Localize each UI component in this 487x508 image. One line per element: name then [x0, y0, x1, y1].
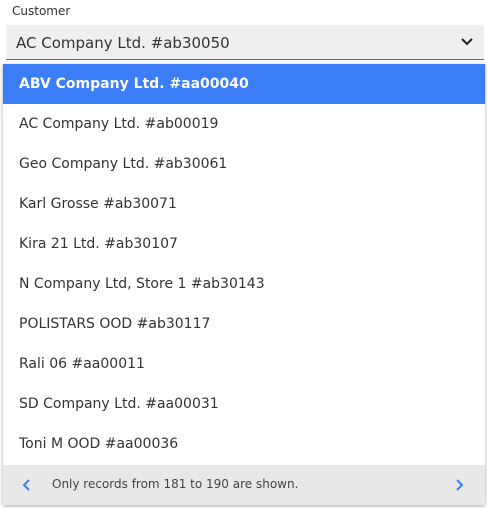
list-item[interactable]: Kira 21 Ltd. #ab30107 — [3, 224, 485, 264]
list-item[interactable]: POLISTARS OOD #ab30117 — [3, 304, 485, 344]
chevron-down-icon[interactable] — [456, 31, 478, 53]
pagination-message: Only records from 181 to 190 are shown. — [52, 477, 299, 491]
chevron-left-icon[interactable] — [17, 475, 37, 495]
list-item[interactable]: N Company Ltd, Store 1 #ab30143 — [3, 264, 485, 304]
pagination-footer: Only records from 181 to 190 are shown. — [3, 465, 485, 505]
list-item[interactable]: Toni M OOD #aa00036 — [3, 424, 485, 464]
list-item[interactable]: SD Company Ltd. #aa00031 — [3, 384, 485, 424]
chevron-right-icon[interactable] — [449, 475, 469, 495]
list-item[interactable]: Karl Grosse #ab30071 — [3, 184, 485, 224]
customer-select-value: AC Company Ltd. #ab30050 — [16, 34, 230, 52]
list-item-selected[interactable]: ABV Company Ltd. #aa00040 — [3, 64, 485, 104]
list-item[interactable]: Rali 06 #aa00011 — [3, 344, 485, 384]
customer-dropdown-list: ABV Company Ltd. #aa00040 AC Company Ltd… — [3, 64, 485, 505]
customer-label: Customer — [12, 4, 71, 18]
list-item[interactable]: Geo Company Ltd. #ab30061 — [3, 144, 485, 184]
customer-select[interactable]: AC Company Ltd. #ab30050 — [6, 25, 484, 60]
list-item[interactable]: AC Company Ltd. #ab00019 — [3, 104, 485, 144]
